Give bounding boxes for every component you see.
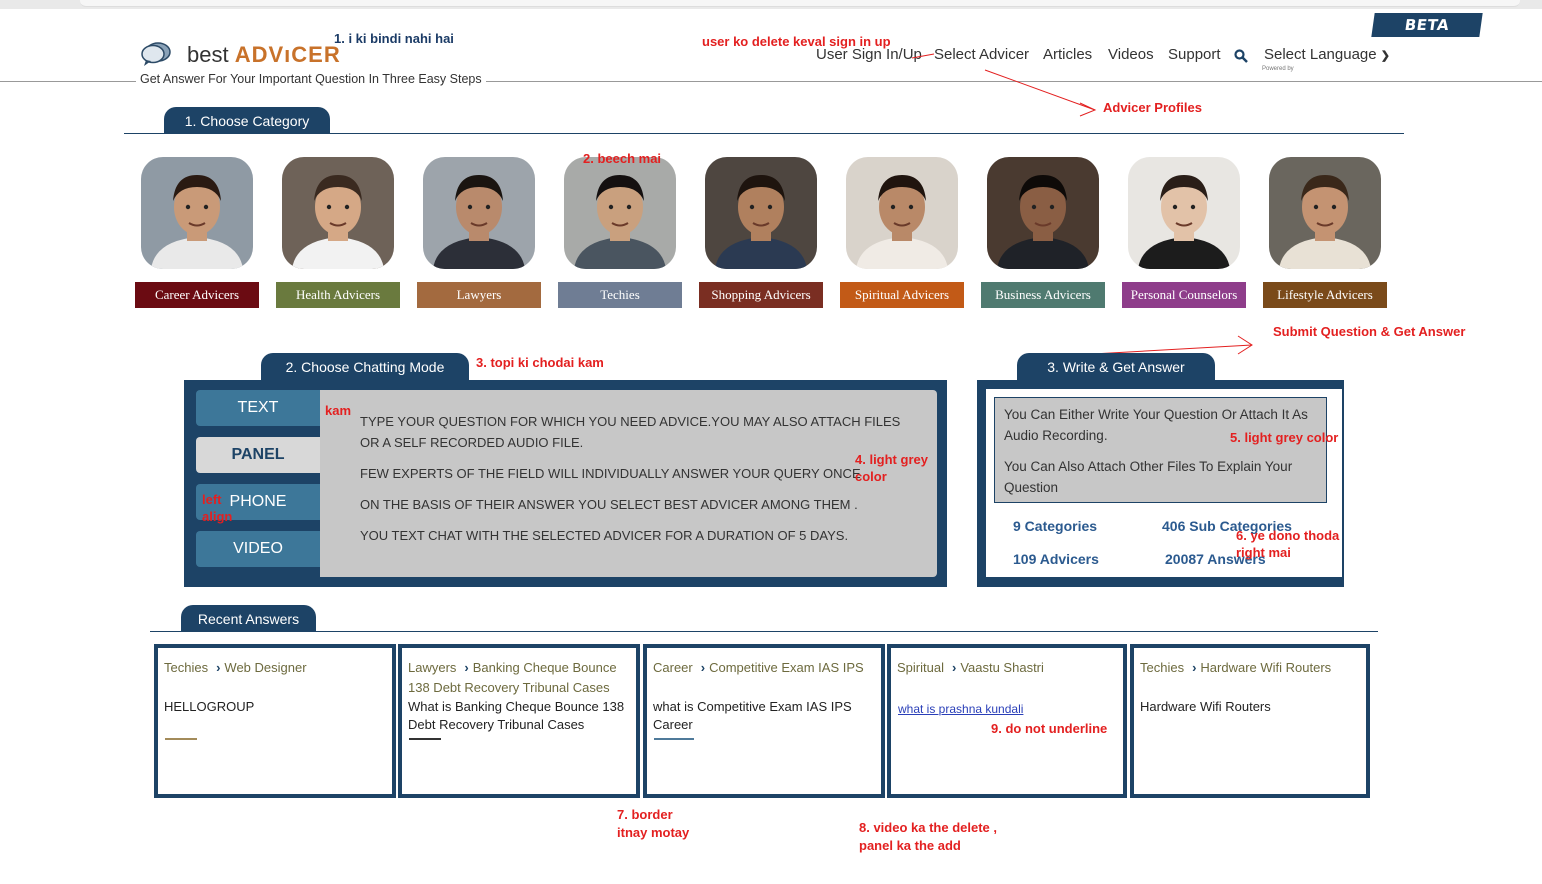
category-photo[interactable]: [282, 157, 394, 269]
stat-categories: 9 Categories: [1013, 518, 1098, 534]
annotation-9: 9. do not underline: [991, 721, 1108, 736]
category-photo[interactable]: [705, 157, 817, 269]
category-button[interactable]: Lawyers: [417, 282, 541, 308]
card-subcategory[interactable]: Vaastu Shastri: [960, 660, 1044, 675]
annotation-3: 3. topi ki chodai kam: [476, 355, 604, 370]
category-button[interactable]: Personal Counselors: [1122, 282, 1246, 308]
card-category[interactable]: Career: [653, 660, 693, 675]
card-question: Hardware Wifi Routers: [1140, 699, 1271, 714]
tab-write-get-answer: 3. Write & Get Answer: [1017, 353, 1215, 381]
category-button[interactable]: Techies: [558, 282, 682, 308]
tab-choose-chatting-mode: 2. Choose Chatting Mode: [261, 353, 469, 381]
category-photo[interactable]: [1128, 157, 1240, 269]
mode-description-line: TYPE YOUR QUESTION FOR WHICH YOU NEED AD…: [360, 414, 901, 429]
write-instruction-2: You Can Also Attach Other Files To Expla…: [1004, 459, 1293, 495]
category-photo[interactable]: [1269, 157, 1381, 269]
card-breadcrumb: Lawyers › Banking Cheque Bounce 138 Debt R…: [408, 658, 632, 698]
annotation-2: 2. beech mai: [583, 151, 662, 166]
recent-answer-card[interactable]: Lawyers › Banking Cheque Bounce 138 Debt R…: [398, 644, 640, 798]
mode-description-line: ON THE BASIS OF THEIR ANSWER YOU SELECT …: [360, 497, 858, 512]
chevron-right-icon: ›: [1192, 660, 1197, 675]
mode-button-text[interactable]: TEXT: [196, 390, 320, 426]
annotation-advicer-profiles: Advicer Profiles: [1103, 100, 1202, 115]
card-category[interactable]: Spiritual: [897, 660, 944, 675]
card-divider-stub: [654, 738, 694, 740]
card-subcategory[interactable]: Web Designer: [224, 660, 306, 675]
card-category[interactable]: Techies: [1140, 660, 1184, 675]
annotation-left-align: left align: [202, 492, 233, 524]
card-category[interactable]: Techies: [164, 660, 208, 675]
card-question-link[interactable]: what is prashna kundali: [898, 700, 1118, 718]
category-photo[interactable]: [564, 157, 676, 269]
card-subcategory[interactable]: Competitive Exam IAS IPS: [709, 660, 864, 675]
card-category[interactable]: Lawyers: [408, 660, 456, 675]
card-question: What is Banking Cheque Bounce 138 Debt R…: [408, 699, 625, 732]
annotation-6: 6. ye dono thoda right mai: [1236, 528, 1340, 560]
mode-description-line: FEW EXPERTS OF THE FIELD WILL INDIVIDUAL…: [360, 466, 861, 481]
recent-answer-card[interactable]: Career › Competitive Exam IAS IPS what is C…: [643, 644, 885, 798]
mode-description-line: YOU TEXT CHAT WITH THE SELECTED ADVICER …: [360, 528, 849, 543]
chevron-right-icon: ›: [464, 660, 469, 675]
card-breadcrumb: Career › Competitive Exam IAS IPS: [653, 658, 877, 678]
write-instructions-box: You Can Either Write Your Question Or At…: [994, 397, 1327, 503]
card-breadcrumb: Techies › Web Designer: [164, 658, 388, 678]
mode-button-video[interactable]: VIDEO: [196, 531, 320, 567]
category-button[interactable]: Health Advicers: [276, 282, 400, 308]
category-button[interactable]: Spiritual Advicers: [840, 282, 964, 308]
card-breadcrumb: Techies › Hardware Wifi Routers: [1140, 658, 1362, 678]
category-photo[interactable]: [846, 157, 958, 269]
card-divider-stub: [165, 738, 197, 740]
annotation-5: 5. light grey color: [1230, 430, 1339, 445]
annotation-7: 7. border itnay motay: [617, 807, 690, 840]
recent-divider: [150, 631, 1378, 632]
category-photo[interactable]: [141, 157, 253, 269]
card-question: HELLOGROUP: [164, 699, 255, 714]
card-subcategory[interactable]: Hardware Wifi Routers: [1200, 660, 1331, 675]
category-button[interactable]: Career Advicers: [135, 282, 259, 308]
annotation-4: 4. light grey color: [855, 452, 928, 484]
mode-button-panel[interactable]: PANEL: [196, 437, 320, 473]
step1-divider: [124, 133, 1404, 134]
mode-description-line: OR A SELF RECORDED AUDIO FILE.: [360, 435, 584, 450]
chevron-right-icon: ›: [216, 660, 221, 675]
annotation-1: 1. i ki bindi nahi hai: [334, 31, 454, 46]
stat-advicers: 109 Advicers: [1013, 551, 1099, 567]
chevron-right-icon: ›: [951, 660, 957, 675]
category-button[interactable]: Lifestyle Advicers: [1263, 282, 1387, 308]
card-divider-stub: [409, 738, 441, 740]
card-question: what is Competitive Exam IAS IPS Career: [653, 699, 852, 732]
category-button[interactable]: Business Advicers: [981, 282, 1105, 308]
category-photo[interactable]: [987, 157, 1099, 269]
recent-answer-card[interactable]: Techies › Web Designer HELLOGROUP: [154, 644, 396, 798]
category-button[interactable]: Shopping Advicers: [699, 282, 823, 308]
card-breadcrumb: Spiritual › Vaastu Shastri: [897, 658, 1119, 678]
annotation-submit-question: Submit Question & Get Answer: [1273, 324, 1466, 339]
chevron-right-icon: ›: [700, 660, 706, 675]
annotation-user-delete: user ko delete keval sign in up: [702, 34, 891, 49]
annotation-8: 8. video ka the delete , panel ka the ad…: [859, 820, 997, 853]
tab-choose-category: 1. Choose Category: [164, 107, 330, 134]
recent-answer-card[interactable]: Techies › Hardware Wifi Routers Hardware Wi…: [1130, 644, 1370, 798]
tab-recent-answers: Recent Answers: [181, 605, 316, 632]
annotation-kam: kam: [325, 403, 352, 418]
category-photo[interactable]: [423, 157, 535, 269]
